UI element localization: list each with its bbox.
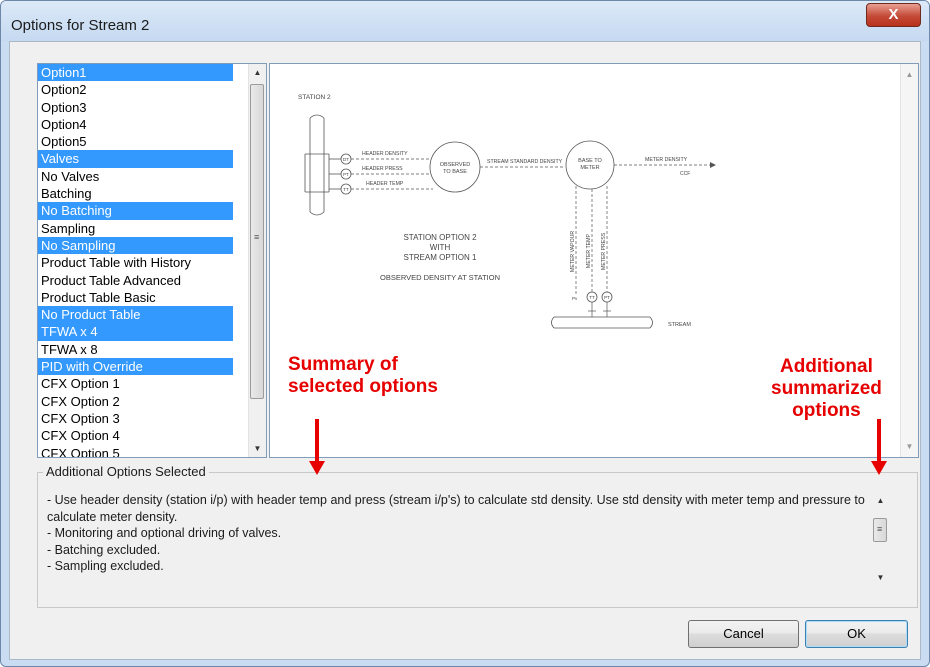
diagram-scrollbar[interactable]: ▲ ▼ xyxy=(900,64,918,457)
summary-scroll-down-icon[interactable]: ▼ xyxy=(872,569,889,586)
option-list-item[interactable]: Option4 xyxy=(38,116,233,133)
option-list-item[interactable]: Batching xyxy=(38,185,233,202)
with-text: WITH xyxy=(430,243,451,252)
option-list-item[interactable]: CFX Option 1 xyxy=(38,375,233,392)
option-list-item[interactable]: CFX Option 2 xyxy=(38,393,233,410)
summary-scrollbar[interactable]: ▲ ≡ ▼ xyxy=(872,489,889,589)
to-base-label: TO BASE xyxy=(443,169,467,175)
summary-grip-icon: ≡ xyxy=(877,524,883,534)
meter-press-label: METER PRESS xyxy=(601,232,607,270)
cancel-button[interactable]: Cancel xyxy=(688,620,799,648)
additional-options-title: Additional Options Selected xyxy=(43,464,209,479)
option-list-item[interactable]: Option5 xyxy=(38,133,233,150)
dt-tag: DT xyxy=(343,157,349,162)
summary-annotation-line: Summary of xyxy=(288,354,398,375)
summary-line: - Use header density (station i/p) with … xyxy=(47,493,865,524)
option-list-item[interactable]: No Sampling xyxy=(38,236,233,255)
header-temp-label: HEADER TEMP xyxy=(366,181,404,187)
additional-options-summary: - Use header density (station i/p) with … xyxy=(47,492,877,575)
pv-label: Pv xyxy=(572,296,578,301)
stream-option-text: STREAM OPTION 1 xyxy=(404,253,477,262)
base-to-label: BASE TO xyxy=(578,158,602,164)
summary-line: - Batching excluded. xyxy=(47,542,161,557)
option-list-item[interactable]: Sampling xyxy=(38,220,233,237)
tt-tag: TT xyxy=(343,187,349,192)
dialog-client-area: Option1 Option2 Option3 Option4 Option5 Valve… xyxy=(9,41,921,660)
additional-annotation-line: options xyxy=(792,400,861,421)
options-dialog: Options for Stream 2 X Option1 Option2 Opt… xyxy=(0,0,930,667)
pt-tag: PT xyxy=(343,172,349,177)
meter-label: METER xyxy=(580,165,599,171)
additional-annotation: Additional summarized options xyxy=(771,356,882,422)
summary-line: - Monitoring and optional driving of val… xyxy=(47,526,282,540)
option-list-item[interactable]: CFX Option 5 xyxy=(38,445,233,457)
summary-scroll-up-icon[interactable]: ▲ xyxy=(872,492,889,509)
option-list-item[interactable]: Option1 xyxy=(38,64,233,82)
options-listbox[interactable]: Option1 Option2 Option3 Option4 Option5 Valve… xyxy=(37,63,267,458)
scroll-down-icon[interactable]: ▼ xyxy=(249,440,266,457)
option-list-item[interactable]: Valves xyxy=(38,150,233,168)
option-list-item[interactable]: Product Table Basic xyxy=(38,289,233,306)
pt-bottom-tag: PT xyxy=(604,295,610,300)
meter-temp-label: METER TEMP xyxy=(586,234,592,268)
stream-standard-density-label: STREAM STANDARD DENSITY xyxy=(487,159,563,165)
meter-density-label: METER DENSITY xyxy=(645,157,688,163)
observed-density-note: OBSERVED DENSITY AT STATION xyxy=(380,273,500,282)
summary-annotation-line: selected options xyxy=(288,376,438,397)
option-list-item[interactable]: Product Table Advanced xyxy=(38,272,233,289)
tt-bottom-tag: TT xyxy=(589,295,595,300)
summary-annotation: Summary of selected options xyxy=(288,354,438,398)
option-list-item[interactable]: Option2 xyxy=(38,81,233,98)
additional-annotation-line: summarized xyxy=(771,378,882,399)
header-press-label: HEADER PRESS xyxy=(362,166,403,172)
station-option-text: STATION OPTION 2 xyxy=(403,233,477,242)
options-list-items: Option1 Option2 Option3 Option4 Option5 Valve… xyxy=(38,64,266,457)
title-bar[interactable]: Options for Stream 2 X xyxy=(1,1,929,41)
stream-label: STREAM xyxy=(668,322,691,328)
header-density-label: HEADER DENSITY xyxy=(362,151,408,157)
window-title: Options for Stream 2 xyxy=(11,17,150,34)
diagram-scroll-down-icon[interactable]: ▼ xyxy=(901,438,918,455)
meter-vapour-label: METER VAPOUR xyxy=(570,231,576,272)
option-list-item[interactable]: CFX Option 4 xyxy=(38,427,233,444)
ccf-label: CCF xyxy=(680,171,690,177)
option-list-item[interactable]: No Valves xyxy=(38,168,233,185)
summary-scrollbar-thumb[interactable]: ≡ xyxy=(873,518,887,542)
additional-annotation-line: Additional xyxy=(779,356,873,377)
option-list-item[interactable]: No Batching xyxy=(38,202,233,220)
option-list-item[interactable]: PID with Override xyxy=(38,358,233,376)
ok-button[interactable]: OK xyxy=(805,620,908,648)
scrollbar-thumb[interactable]: ≡ xyxy=(250,84,264,399)
option-list-item[interactable]: Product Table with History xyxy=(38,254,233,271)
option-list-item[interactable]: CFX Option 3 xyxy=(38,410,233,427)
scroll-up-icon[interactable]: ▲ xyxy=(249,64,266,81)
options-list-scrollbar[interactable]: ▲ ≡ ▼ xyxy=(248,64,266,457)
grip-icon: ≡ xyxy=(254,232,260,242)
diagram-scroll-up-icon[interactable]: ▲ xyxy=(901,66,918,83)
option-list-item[interactable]: Option3 xyxy=(38,99,233,116)
summary-line: - Sampling excluded. xyxy=(47,559,164,573)
option-list-item[interactable]: TFWA x 4 xyxy=(38,323,233,341)
station-label: STATION 2 xyxy=(298,94,331,101)
option-list-item[interactable]: No Product Table xyxy=(38,306,233,324)
observed-label: OBSERVED xyxy=(440,162,470,168)
option-list-item[interactable]: TFWA x 8 xyxy=(38,341,233,358)
close-button[interactable]: X xyxy=(866,3,921,27)
